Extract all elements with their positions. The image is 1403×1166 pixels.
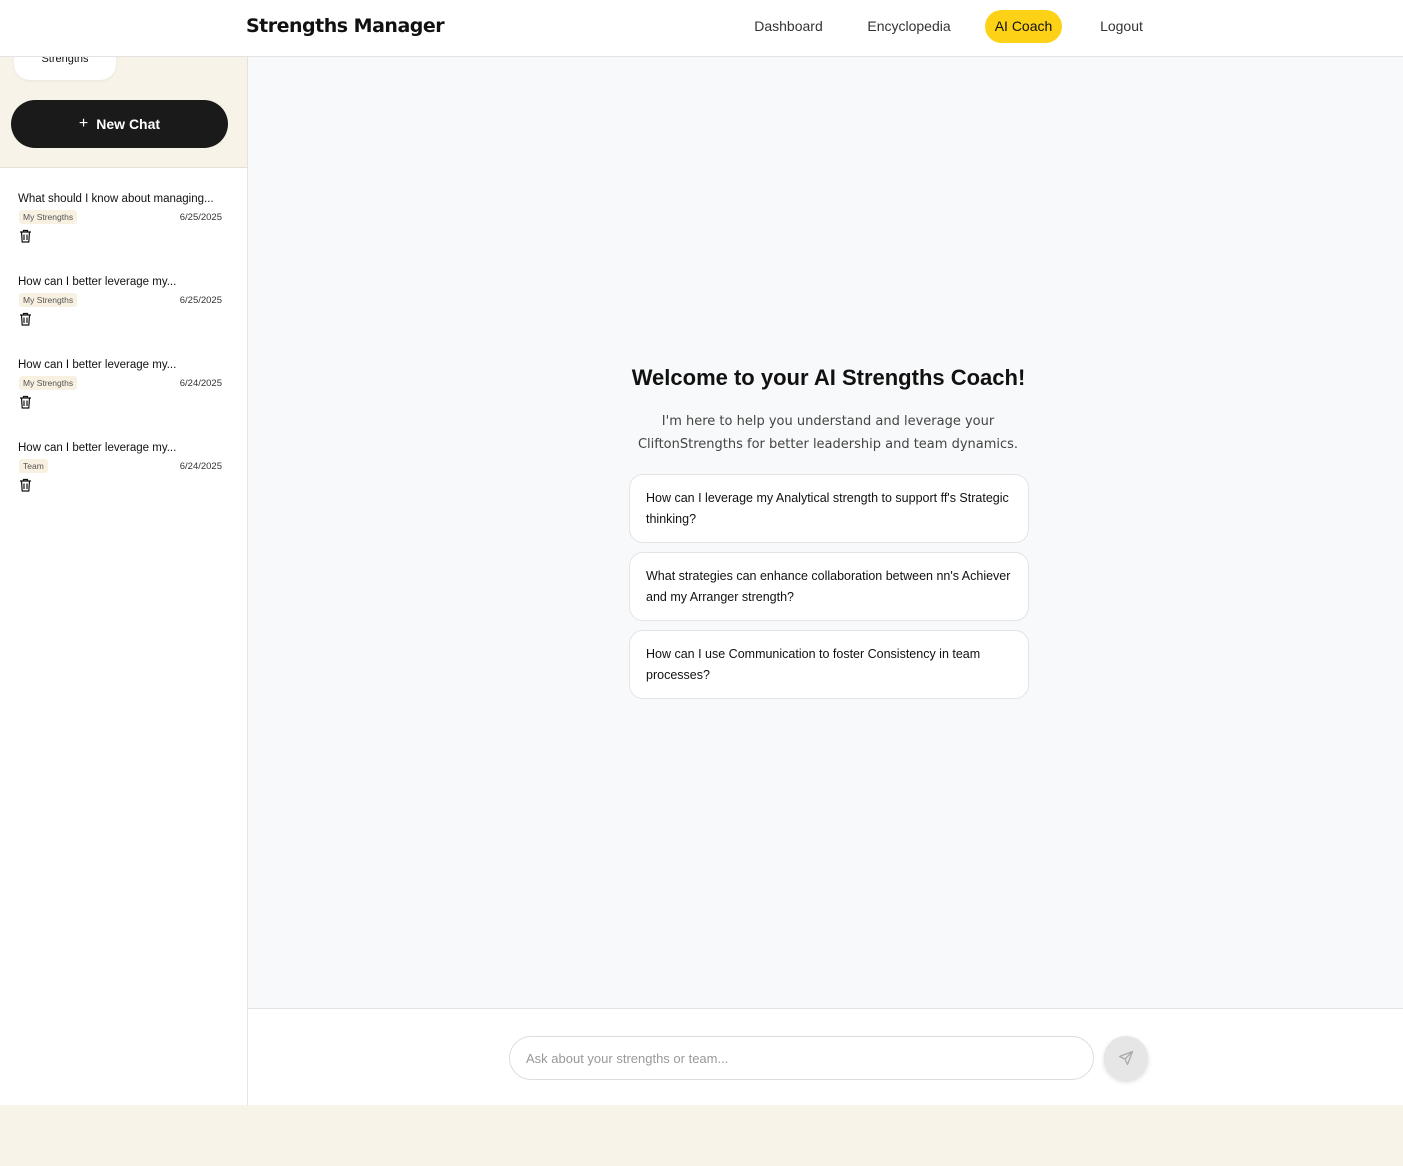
chat-sidebar: Strengths + New Chat What should I know … (0, 37, 248, 1105)
top-navbar: Strengths Manager Dashboard Encyclopedia… (0, 0, 1403, 57)
new-chat-label: New Chat (96, 116, 161, 132)
welcome-title: Welcome to your AI Strengths Coach! (631, 365, 1026, 390)
nav-dashboard[interactable]: Dashboard (745, 10, 832, 43)
send-button[interactable] (1104, 1036, 1148, 1080)
suggestion-card[interactable]: How can I leverage my Analytical strengt… (629, 474, 1029, 543)
chat-date: 6/25/2025 (179, 295, 222, 306)
send-icon (1118, 1050, 1134, 1066)
chat-tag: My Strengths (19, 293, 78, 307)
nav-logout[interactable]: Logout (1090, 10, 1153, 43)
chat-title: How can I better leverage my... (18, 359, 177, 371)
trash-icon[interactable] (19, 395, 32, 409)
chat-input-bar (248, 1008, 1403, 1105)
trash-icon[interactable] (19, 229, 32, 243)
chat-history-item[interactable]: How can I better leverage my... My Stren… (18, 359, 222, 419)
chat-tag: Team (19, 459, 48, 473)
chat-title: What should I know about managing... (18, 193, 214, 205)
suggestion-card[interactable]: How can I use Communication to foster Co… (629, 630, 1029, 699)
brand-title: Strengths Manager (246, 15, 445, 37)
chat-history-item[interactable]: How can I better leverage my... My Stren… (18, 276, 222, 336)
nav-encyclopedia[interactable]: Encyclopedia (859, 10, 959, 43)
trash-icon[interactable] (19, 312, 32, 326)
sidebar-header: Strengths + New Chat (0, 37, 247, 168)
chat-title: How can I better leverage my... (18, 276, 177, 288)
chat-date: 6/24/2025 (179, 378, 222, 389)
chat-input[interactable] (509, 1036, 1094, 1080)
chat-main-area: Welcome to your AI Strengths Coach! I'm … (248, 57, 1403, 1009)
chat-tag: My Strengths (19, 376, 78, 390)
welcome-subtitle: I'm here to help you understand and leve… (637, 414, 1019, 452)
chat-date: 6/25/2025 (179, 212, 222, 223)
suggestion-card[interactable]: What strategies can enhance collaboratio… (629, 552, 1029, 621)
chat-date: 6/24/2025 (179, 461, 222, 472)
new-chat-button[interactable]: + New Chat (11, 100, 228, 148)
chat-tag: My Strengths (19, 210, 78, 224)
chat-history-item[interactable]: What should I know about managing... My … (18, 193, 222, 253)
plus-icon: + (78, 115, 89, 132)
trash-icon[interactable] (19, 478, 32, 492)
chat-history-item[interactable]: How can I better leverage my... Team 6/2… (18, 442, 222, 502)
nav-ai-coach[interactable]: AI Coach (985, 10, 1062, 43)
chat-title: How can I better leverage my... (18, 442, 177, 454)
